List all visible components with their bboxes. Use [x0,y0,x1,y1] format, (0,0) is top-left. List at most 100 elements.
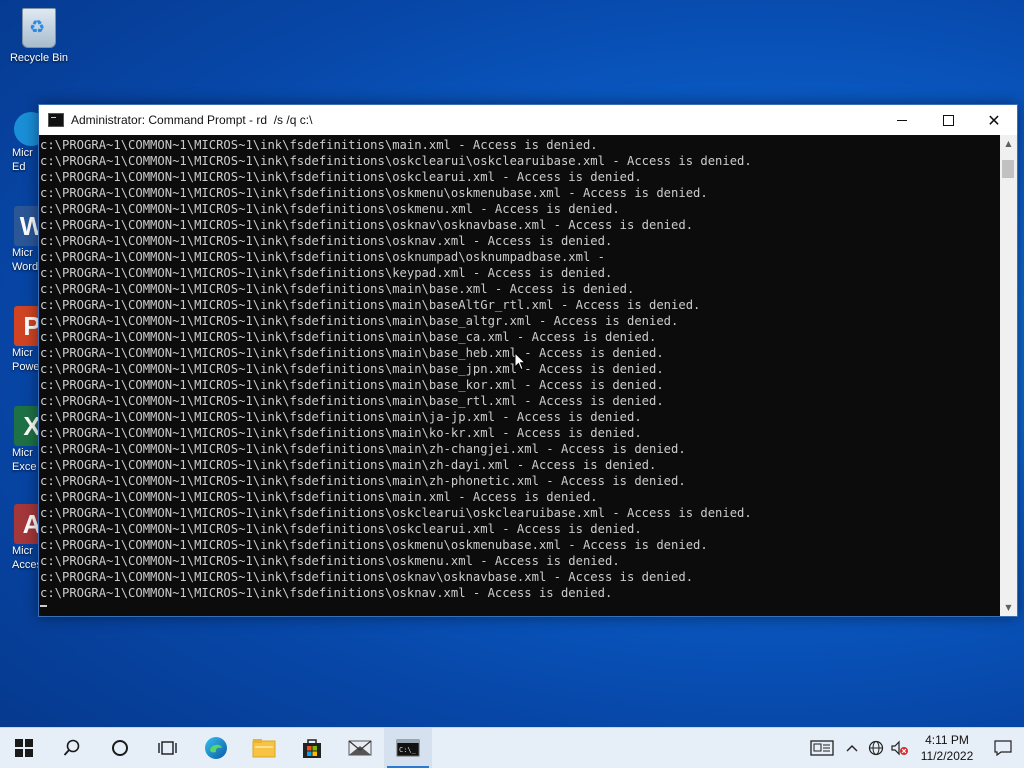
edge-icon [205,737,227,759]
desktop-shortcut-label: Micr [12,247,33,259]
console-line: c:\PROGRA~1\COMMON~1\MICROS~1\ink\fsdefi… [40,570,694,584]
console-line: c:\PROGRA~1\COMMON~1\MICROS~1\ink\fsdefi… [40,394,664,408]
text-cursor [40,605,47,607]
console-line: c:\PROGRA~1\COMMON~1\MICROS~1\ink\fsdefi… [40,490,598,504]
desktop-shortcut-powerpoint[interactable]: P Micr Powe [0,306,40,374]
window-titlebar[interactable]: Administrator: Command Prompt - rd /s /q… [39,105,1017,135]
console-line: c:\PROGRA~1\COMMON~1\MICROS~1\ink\fsdefi… [40,250,605,264]
volume-button[interactable] [888,728,912,768]
recycle-bin-shortcut[interactable]: Recycle Bin [2,8,76,64]
windows-logo-icon [15,739,33,757]
console-line: c:\PROGRA~1\COMMON~1\MICROS~1\ink\fsdefi… [40,202,620,216]
task-view-icon [158,741,177,755]
excel-app-icon: X [14,406,40,446]
news-icon [810,740,834,756]
file-explorer-icon [252,739,276,758]
file-explorer-taskbar-button[interactable] [240,728,288,768]
desktop-shortcut-label: Acces [12,559,40,571]
console-line: c:\PROGRA~1\COMMON~1\MICROS~1\ink\fsdefi… [40,474,686,488]
desktop-shortcut-label: Word [12,261,39,273]
maximize-button[interactable] [925,105,971,135]
close-icon: ✕ [987,110,1001,130]
task-view-button[interactable] [144,728,192,768]
command-prompt-icon: C:\_ [396,739,420,757]
command-prompt-taskbar-button[interactable]: C:\_ [384,728,432,768]
console-line: c:\PROGRA~1\COMMON~1\MICROS~1\ink\fsdefi… [40,378,664,392]
cortana-icon [112,740,128,756]
action-center-button[interactable] [982,728,1024,768]
window-title: Administrator: Command Prompt - rd /s /q… [71,113,313,127]
console-line: c:\PROGRA~1\COMMON~1\MICROS~1\ink\fsdefi… [40,138,598,152]
console-line: c:\PROGRA~1\COMMON~1\MICROS~1\ink\fsdefi… [40,586,613,600]
desktop-shortcut-word[interactable]: W Micr Word [0,206,40,274]
console-line: c:\PROGRA~1\COMMON~1\MICROS~1\ink\fsdefi… [40,154,752,168]
desktop-shortcut-label: Micr [12,347,33,359]
word-app-icon: W [14,206,40,246]
desktop-shortcut-edge[interactable]: Micr Ed [0,112,40,174]
console-line: c:\PROGRA~1\COMMON~1\MICROS~1\ink\fsdefi… [40,314,679,328]
console-line: c:\PROGRA~1\COMMON~1\MICROS~1\ink\fsdefi… [40,538,708,552]
vertical-scrollbar[interactable]: ▲ ▼ [1000,135,1017,616]
mail-icon [348,740,372,756]
console-line: c:\PROGRA~1\COMMON~1\MICROS~1\ink\fsdefi… [40,170,642,184]
desktop-shortcut-label: Ed [12,161,26,173]
console-line: c:\PROGRA~1\COMMON~1\MICROS~1\ink\fsdefi… [40,506,752,520]
store-icon [303,739,321,758]
maximize-icon [942,114,954,126]
recycle-bin-icon [22,8,56,48]
console-line: c:\PROGRA~1\COMMON~1\MICROS~1\ink\fsdefi… [40,522,642,536]
console-line: c:\PROGRA~1\COMMON~1\MICROS~1\ink\fsdefi… [40,410,642,424]
recycle-bin-label: Recycle Bin [9,52,69,64]
console-output[interactable]: c:\PROGRA~1\COMMON~1\MICROS~1\ink\fsdefi… [39,135,1000,616]
console-line: c:\PROGRA~1\COMMON~1\MICROS~1\ink\fsdefi… [40,442,686,456]
console-line: c:\PROGRA~1\COMMON~1\MICROS~1\ink\fsdefi… [40,186,708,200]
command-prompt-window[interactable]: Administrator: Command Prompt - rd /s /q… [38,104,1018,617]
volume-muted-icon [891,740,908,756]
desktop-shortcut-label: Exce [12,461,37,473]
scroll-up-arrow-icon[interactable]: ▲ [1000,135,1017,152]
scroll-down-arrow-icon[interactable]: ▼ [1000,599,1017,616]
minimize-button[interactable] [879,105,925,135]
console-line: c:\PROGRA~1\COMMON~1\MICROS~1\ink\fsdefi… [40,266,613,280]
access-app-icon: A [14,504,40,544]
notification-icon [994,740,1012,756]
console-line: c:\PROGRA~1\COMMON~1\MICROS~1\ink\fsdefi… [40,234,613,248]
system-tray: 4:11 PM 11/2/2022 [804,728,1024,768]
minimize-icon [897,119,907,121]
desktop-shortcut-excel[interactable]: X Micr Exce [0,406,40,474]
desktop-shortcut-label: Micr [12,147,33,159]
mouse-pointer-icon [514,352,526,371]
clock-time: 4:11 PM [925,733,969,747]
svg-text:C:\_: C:\_ [399,746,417,754]
start-button[interactable] [0,728,48,768]
news-and-interests-button[interactable] [804,728,840,768]
command-prompt-icon [48,113,64,127]
edge-app-icon [14,112,40,146]
mail-taskbar-button[interactable] [336,728,384,768]
console-line: c:\PROGRA~1\COMMON~1\MICROS~1\ink\fsdefi… [40,426,642,440]
chevron-up-icon [846,745,858,752]
console-line: c:\PROGRA~1\COMMON~1\MICROS~1\ink\fsdefi… [40,282,635,296]
desktop-shortcut-access[interactable]: A Micr Acces [0,504,40,572]
desktop-shortcut-label: Micr [12,447,33,459]
search-button[interactable] [48,728,96,768]
console-line: c:\PROGRA~1\COMMON~1\MICROS~1\ink\fsdefi… [40,298,701,312]
taskbar: C:\_ 4:11 PM 11/2/2022 [0,727,1024,768]
show-hidden-icons-button[interactable] [840,728,864,768]
clock-button[interactable]: 4:11 PM 11/2/2022 [912,732,982,764]
search-icon [63,739,80,756]
edge-taskbar-button[interactable] [192,728,240,768]
desktop-shortcut-label: Powe [12,361,40,373]
powerpoint-app-icon: P [14,306,40,346]
cortana-button[interactable] [96,728,144,768]
close-button[interactable]: ✕ [971,105,1017,135]
store-taskbar-button[interactable] [288,728,336,768]
desktop-shortcut-label: Micr [12,545,33,557]
scrollbar-thumb[interactable] [1002,160,1014,178]
console-line: c:\PROGRA~1\COMMON~1\MICROS~1\ink\fsdefi… [40,458,657,472]
network-button[interactable] [864,728,888,768]
clock-date: 11/2/2022 [920,749,974,763]
console-line: c:\PROGRA~1\COMMON~1\MICROS~1\ink\fsdefi… [40,330,657,344]
console-line: c:\PROGRA~1\COMMON~1\MICROS~1\ink\fsdefi… [40,554,620,568]
console-line: c:\PROGRA~1\COMMON~1\MICROS~1\ink\fsdefi… [40,218,694,232]
